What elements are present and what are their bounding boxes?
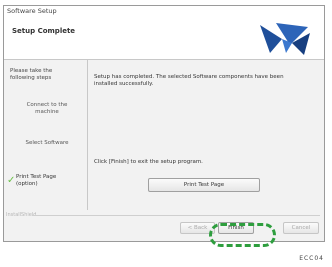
check-icon: ✓ (7, 175, 16, 186)
step-connect: Connect to the machine (26, 102, 68, 115)
finish-highlight-callout (209, 223, 276, 247)
step-print-test-page: Print Test Page (option) (16, 174, 57, 187)
print-test-page-button[interactable]: Print Test Page (148, 178, 260, 192)
page-title: Setup Complete (12, 27, 76, 35)
finish-instruction: Click [Finish] to exit the setup program… (94, 159, 203, 165)
wizard-content: Setup has completed. The selected Softwa… (90, 60, 320, 210)
completion-message: Setup has completed. The selected Softwa… (94, 74, 284, 87)
setup-window: Software Setup Setup Complete Please tak… (3, 5, 325, 247)
step-select-software: Select Software (25, 140, 69, 146)
wizard-header: Setup Complete (4, 17, 324, 60)
steps-intro: Please take the following steps (10, 68, 53, 81)
steps-sidebar: Please take the following steps Connect … (4, 60, 88, 210)
window-title: Software Setup (4, 6, 324, 17)
cancel-button[interactable]: Cancel (283, 222, 319, 234)
setup-wizard-logo-icon (260, 23, 310, 55)
footer-divider (32, 215, 320, 216)
figure-code: ECC04 (299, 255, 324, 262)
